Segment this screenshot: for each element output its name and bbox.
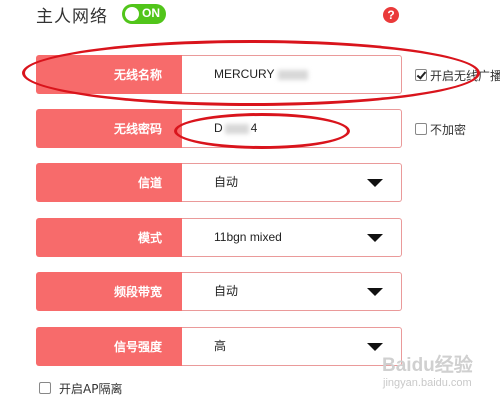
watermark-url: jingyan.baidu.com	[383, 377, 472, 389]
page-title: 主人网络	[36, 7, 108, 27]
dropdown-arrow-icon	[367, 234, 383, 242]
signal-row: 信号强度 高	[36, 327, 402, 366]
annotation-ellipse-ssid	[22, 40, 480, 106]
password-label: 无线密码	[36, 109, 182, 148]
dropdown-arrow-icon	[367, 179, 383, 187]
bandwidth-value: 自动	[214, 284, 239, 298]
network-toggle[interactable]: ON	[122, 4, 166, 24]
watermark: Baidu经验 jingyan.baidu.com	[382, 350, 473, 389]
no-encrypt-checkbox[interactable]	[415, 123, 427, 135]
signal-select[interactable]: 高	[182, 327, 402, 366]
channel-value: 自动	[214, 175, 239, 189]
bandwidth-row: 频段带宽 自动	[36, 272, 402, 311]
mode-label: 模式	[36, 218, 182, 257]
bandwidth-label: 频段带宽	[36, 272, 182, 311]
channel-label: 信道	[36, 163, 182, 202]
annotation-ellipse-password	[174, 113, 350, 149]
toggle-label: ON	[142, 6, 160, 20]
wireless-settings-page: 主人网络 ON ? 无线名称 MERCURY 无线密码 D4 信道 自动 模式	[0, 0, 500, 400]
watermark-brand: Baidu经验	[382, 355, 473, 376]
ap-isolation-checkbox[interactable]	[39, 382, 51, 394]
channel-select[interactable]: 自动	[182, 163, 402, 202]
signal-label: 信号强度	[36, 327, 182, 366]
dropdown-arrow-icon	[367, 288, 383, 296]
signal-value: 高	[214, 339, 227, 353]
bandwidth-select[interactable]: 自动	[182, 272, 402, 311]
mode-value: 11bgn mixed	[214, 230, 282, 244]
channel-row: 信道 自动	[36, 163, 402, 202]
dropdown-arrow-icon	[367, 343, 383, 351]
mode-row: 模式 11bgn mixed	[36, 218, 402, 257]
no-encrypt-label: 不加密	[430, 123, 467, 137]
mode-select[interactable]: 11bgn mixed	[182, 218, 402, 257]
help-icon[interactable]: ?	[383, 7, 399, 23]
toggle-knob	[125, 7, 139, 21]
ap-isolation-label: 开启AP隔离	[59, 382, 123, 396]
